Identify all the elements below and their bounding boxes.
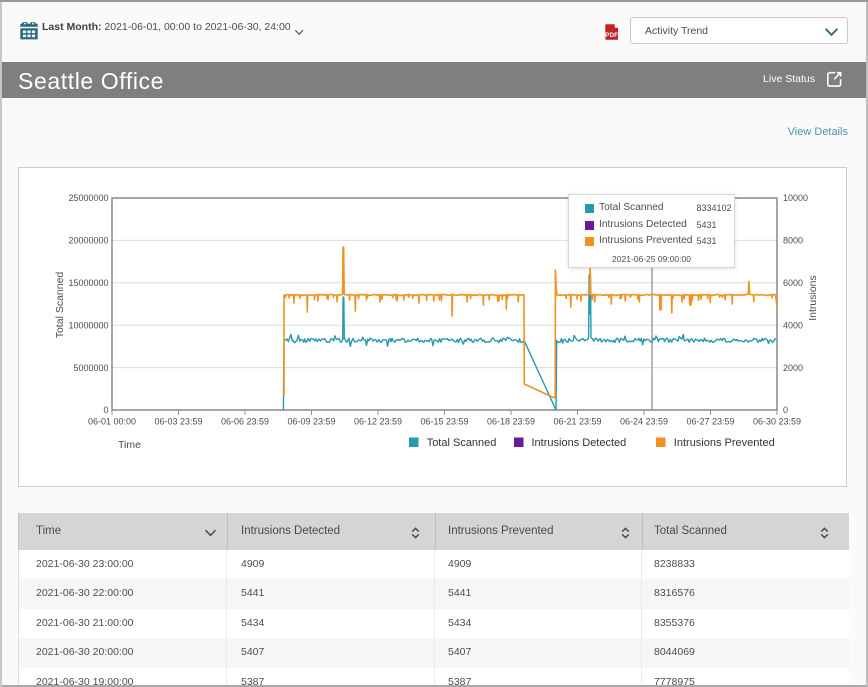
svg-text:06-09 23:59: 06-09 23:59 (287, 417, 335, 427)
svg-text:10000: 10000 (783, 193, 808, 203)
svg-text:0: 0 (783, 405, 788, 415)
svg-text:Intrusions: Intrusions (807, 275, 819, 321)
svg-text:Total Scanned: Total Scanned (427, 437, 497, 449)
svg-text:06-01 00:00: 06-01 00:00 (88, 417, 136, 427)
svg-text:10000000: 10000000 (68, 320, 108, 330)
svg-text:06-27 23:59: 06-27 23:59 (686, 417, 734, 427)
svg-text:06-24 23:59: 06-24 23:59 (620, 417, 668, 427)
svg-text:PDF: PDF (605, 32, 618, 39)
svg-text:06-18 23:59: 06-18 23:59 (487, 417, 535, 427)
svg-text:06-30 23:59: 06-30 23:59 (753, 417, 801, 427)
svg-text:06-15 23:59: 06-15 23:59 (420, 417, 468, 427)
svg-text:8000: 8000 (783, 236, 803, 246)
svg-text:15000000: 15000000 (68, 278, 108, 288)
svg-text:4000: 4000 (783, 320, 803, 330)
svg-text:25000000: 25000000 (68, 193, 108, 203)
svg-text:0: 0 (103, 405, 108, 415)
svg-text:06-03 23:59: 06-03 23:59 (154, 417, 202, 427)
svg-text:20000000: 20000000 (68, 236, 108, 246)
svg-text:5000000: 5000000 (73, 363, 108, 373)
svg-text:06-06 23:59: 06-06 23:59 (221, 417, 269, 427)
svg-text:2000: 2000 (783, 363, 803, 373)
svg-text:06-21 23:59: 06-21 23:59 (553, 417, 601, 427)
svg-text:Intrusions Detected: Intrusions Detected (532, 437, 627, 449)
svg-text:06-12 23:59: 06-12 23:59 (354, 417, 402, 427)
svg-text:Intrusions Prevented: Intrusions Prevented (674, 437, 775, 449)
svg-text:Total Scanned: Total Scanned (54, 272, 66, 339)
svg-text:6000: 6000 (783, 278, 803, 288)
svg-text:Time: Time (118, 439, 141, 451)
